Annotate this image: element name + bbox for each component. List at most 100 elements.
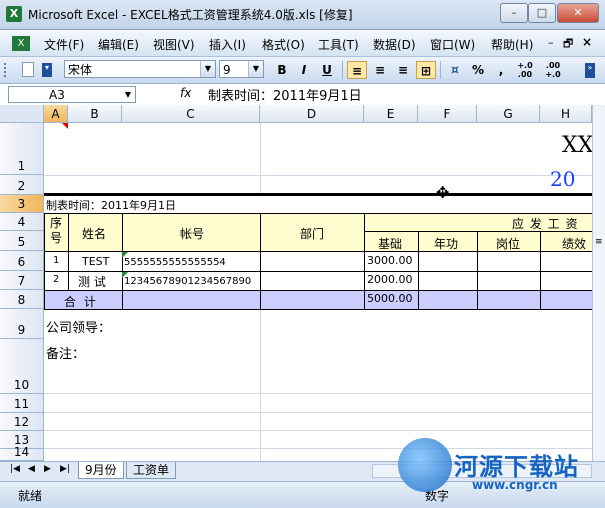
toolbar-grip-icon[interactable] (4, 63, 9, 77)
row-header-14[interactable]: 14 (0, 445, 44, 461)
row-header-11[interactable]: 11 (0, 394, 44, 413)
next-sheet-icon[interactable]: ▶ (44, 464, 51, 474)
increase-decimal-button[interactable]: +.0 .00 (512, 61, 538, 79)
row-header-9[interactable]: 9 (0, 309, 44, 339)
row-header-4[interactable]: 4 (0, 213, 44, 231)
status-ready: 就绪 (18, 489, 43, 503)
font-name-select[interactable]: 宋体 ▼ (64, 60, 216, 78)
toolbar-options-icon[interactable]: ▾ (42, 63, 52, 77)
gridline (44, 430, 592, 431)
font-size-select[interactable]: 9 ▼ (219, 60, 264, 78)
cell-a3[interactable]: 制表时间：2011年9月1日 (46, 197, 176, 213)
menu-insert[interactable]: 插入(I) (209, 36, 246, 53)
sheet-tab-september[interactable]: 9月份 (78, 462, 124, 479)
menu-data[interactable]: 数据(D) (373, 36, 416, 53)
menu-view[interactable]: 视图(V) (153, 36, 195, 53)
doc-restore-icon[interactable]: 🗗 (563, 35, 573, 54)
name-box[interactable]: A3 ▼ (8, 86, 136, 103)
italic-button[interactable]: I (294, 61, 314, 79)
row-header-6[interactable]: 6 (0, 251, 44, 271)
toolbar-overflow-icon[interactable]: » (585, 63, 595, 78)
row-header-8[interactable]: 8 (0, 290, 44, 309)
underline-button[interactable]: U (317, 61, 337, 79)
dept-header[interactable]: 部门 (300, 225, 324, 242)
currency-icon[interactable]: ¤ (445, 61, 465, 79)
cell-e8[interactable]: 5000.00 (367, 292, 413, 305)
bold-button[interactable]: B (272, 61, 292, 79)
seq-header[interactable]: 序 号 (50, 216, 62, 246)
align-center-button[interactable]: ≡ (370, 61, 390, 79)
comma-button[interactable]: , (491, 61, 511, 79)
column-header-b[interactable]: B (68, 105, 122, 123)
doc-close-icon[interactable]: × (582, 35, 592, 49)
doc-minimize-icon[interactable]: – (548, 36, 554, 49)
align-right-button[interactable]: ≡ (393, 61, 413, 79)
select-all-corner[interactable] (0, 105, 44, 123)
close-icon[interactable]: ✕ (557, 3, 599, 23)
insert-function-icon[interactable]: fx (180, 86, 191, 100)
menu-help[interactable]: 帮助(H) (491, 36, 533, 53)
vertical-scrollbar[interactable]: ≡ (592, 105, 605, 461)
align-left-button[interactable]: ≡ (347, 61, 367, 79)
new-document-icon[interactable] (22, 62, 34, 77)
column-header-e[interactable]: E (364, 105, 418, 123)
menu-tools[interactable]: 工具(T) (318, 36, 359, 53)
first-sheet-icon[interactable]: |◀ (10, 464, 20, 474)
column-header-a[interactable]: A (44, 105, 68, 123)
seniority-header[interactable]: 年功 (434, 235, 458, 252)
menu-window[interactable]: 窗口(W) (430, 36, 475, 53)
pay-header[interactable]: 应 发 工 资 (512, 215, 578, 232)
cell-a10[interactable]: 备注： (46, 343, 85, 362)
sheet-tab-payslip[interactable]: 工资单 (126, 462, 177, 479)
column-header-f[interactable]: F (418, 105, 477, 123)
merge-center-button[interactable]: ⊞ (416, 61, 436, 79)
last-sheet-icon[interactable]: ▶| (60, 464, 70, 474)
worksheet-grid[interactable]: A B C D E F G H 1 2 3 4 5 6 7 8 9 10 11 … (0, 105, 592, 461)
cell-e6[interactable]: 3000.00 (367, 254, 413, 267)
column-header-d[interactable]: D (260, 105, 364, 123)
cell-b6[interactable]: TEST (82, 255, 109, 268)
chevron-down-icon[interactable]: ▼ (200, 61, 215, 77)
menu-file[interactable]: 文件(F) (44, 36, 84, 53)
prev-sheet-icon[interactable]: ◀ (28, 464, 35, 474)
row-header-10[interactable]: 10 (0, 339, 44, 394)
scroll-thumb-icon[interactable]: ≡ (595, 237, 603, 247)
comment-indicator-icon[interactable] (62, 123, 68, 129)
cell-c7[interactable]: 12345678901234567890 (124, 276, 251, 287)
column-header-g[interactable]: G (477, 105, 540, 123)
decrease-decimal-button[interactable]: .00 +.0 (540, 61, 566, 79)
post-header[interactable]: 岗位 (496, 235, 520, 252)
excel-app-icon[interactable]: X (6, 6, 22, 22)
cell-c6[interactable]: 5555555555555554 (124, 257, 226, 268)
table-border (44, 213, 592, 214)
minimize-icon[interactable]: – (500, 3, 528, 23)
cell-a9[interactable]: 公司领导： (46, 317, 111, 336)
workbook-icon[interactable]: X (12, 36, 30, 51)
row-header-1[interactable]: 1 (0, 123, 44, 175)
cell-h1[interactable]: XX (562, 133, 592, 158)
row-header-12[interactable]: 12 (0, 413, 44, 431)
percent-button[interactable]: % (468, 61, 488, 79)
cell-b7[interactable]: 测 试 (78, 273, 106, 290)
cell-e7[interactable]: 2000.00 (367, 273, 413, 286)
chevron-down-icon[interactable]: ▼ (121, 87, 135, 102)
base-header[interactable]: 基础 (378, 235, 402, 252)
perf-header[interactable]: 绩效 (562, 235, 586, 252)
menu-format[interactable]: 格式(O) (262, 36, 305, 53)
row-header-3[interactable]: 3 (0, 195, 44, 213)
row-header-2[interactable]: 2 (0, 175, 44, 195)
total-label[interactable]: 合 计 (64, 293, 98, 310)
formula-input[interactable]: 制表时间：2011年9月1日 (208, 85, 362, 104)
cell-a7[interactable]: 2 (53, 274, 59, 285)
column-header-c[interactable]: C (122, 105, 260, 123)
column-header-h[interactable]: H (540, 105, 592, 123)
cell-h2[interactable]: 20 (550, 167, 575, 191)
menu-edit[interactable]: 编辑(E) (98, 36, 139, 53)
row-header-7[interactable]: 7 (0, 271, 44, 290)
name-header[interactable]: 姓名 (82, 225, 106, 242)
row-header-5[interactable]: 5 (0, 231, 44, 251)
account-header[interactable]: 帐号 (180, 225, 204, 242)
chevron-down-icon[interactable]: ▼ (248, 61, 263, 77)
maximize-icon[interactable]: □ (528, 3, 556, 23)
cell-a6[interactable]: 1 (53, 255, 59, 266)
